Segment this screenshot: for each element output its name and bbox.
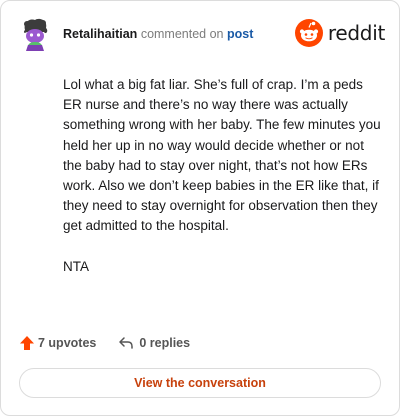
reddit-snoo-icon <box>294 19 323 47</box>
post-link[interactable]: post <box>227 27 253 41</box>
upvote-count: 7 upvotes <box>38 336 97 350</box>
reply-count: 0 replies <box>139 336 191 350</box>
arrow-up-icon <box>20 336 34 350</box>
comment-card: Retalihaitian commented on post reddit L… <box>0 0 400 416</box>
byline: Retalihaitian commented on post <box>63 26 253 42</box>
comment-paragraph: Lol what a big fat liar. She’s full of c… <box>63 77 381 234</box>
comment-header: Retalihaitian commented on post reddit <box>17 15 385 51</box>
replies-button[interactable]: 0 replies <box>118 335 190 351</box>
reddit-wordmark: reddit <box>327 21 385 45</box>
comment-paragraph: NTA <box>63 258 89 274</box>
comment-body: Lol what a big fat liar. She’s full of c… <box>63 75 383 297</box>
upvote-button[interactable]: 7 upvotes <box>19 335 96 351</box>
byline-action-text: commented on <box>140 27 224 41</box>
comment-actions: 7 upvotes 0 replies <box>19 333 190 353</box>
username-link[interactable]: Retalihaitian <box>63 27 137 41</box>
reddit-logo[interactable]: reddit <box>294 18 385 48</box>
avatar[interactable] <box>17 15 53 51</box>
view-conversation-button[interactable]: View the conversation <box>19 368 381 398</box>
reply-arrow-icon <box>119 337 134 349</box>
